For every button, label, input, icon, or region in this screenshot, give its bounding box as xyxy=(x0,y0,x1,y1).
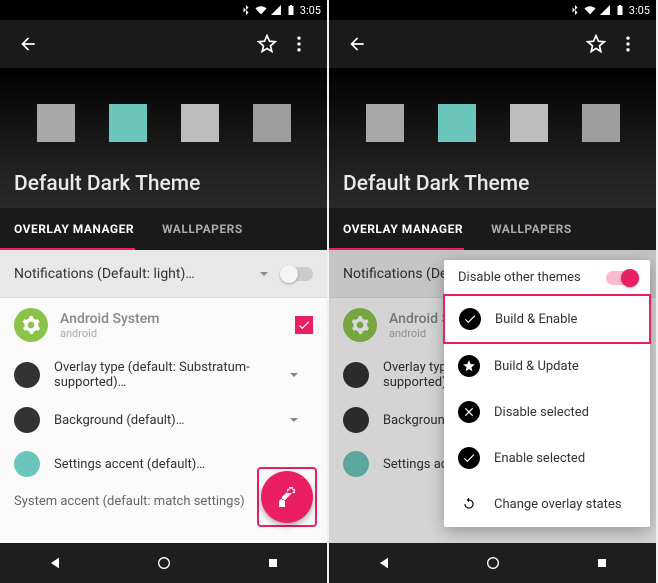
menu-item-label: Build & Update xyxy=(494,359,579,374)
chevron-down-icon xyxy=(289,415,299,425)
nav-recent-icon[interactable] xyxy=(594,555,610,571)
option-color-icon xyxy=(14,451,40,477)
fab-menu: Disable other themes Build & Enable Buil… xyxy=(444,260,650,527)
menu-change-overlay-states[interactable]: Change overlay states xyxy=(444,481,650,527)
notifications-row[interactable]: Notifications (Default: light)… xyxy=(0,250,327,298)
app-title: Android System xyxy=(60,311,283,327)
android-navbar xyxy=(329,543,656,583)
fab-apply[interactable] xyxy=(261,471,313,523)
menu-disable-selected[interactable]: Disable selected xyxy=(444,389,650,435)
menu-item-label: Build & Enable xyxy=(495,312,577,327)
swatch xyxy=(438,104,476,142)
swatch xyxy=(253,104,291,142)
back-button[interactable] xyxy=(341,28,373,60)
chevron-down-icon xyxy=(259,269,269,279)
menu-item-label: Disable selected xyxy=(494,405,589,420)
check-circle-icon xyxy=(459,308,481,330)
swatch xyxy=(582,104,620,142)
option-label: Overlay type (default: Substratum-suppor… xyxy=(54,360,261,390)
disable-themes-toggle[interactable] xyxy=(606,271,636,285)
option-color-icon xyxy=(14,407,40,433)
bluetooth-icon xyxy=(240,4,252,16)
battery-icon xyxy=(285,4,297,16)
theme-swatches xyxy=(343,104,642,142)
screen-left: 3:05 Default Dark Theme OVERLAY MANAGER … xyxy=(0,0,327,583)
signal-icon xyxy=(599,4,611,16)
clock: 3:05 xyxy=(629,4,650,17)
clock: 3:05 xyxy=(300,4,321,17)
check-circle-icon xyxy=(458,447,480,469)
android-system-icon xyxy=(14,308,48,342)
refresh-icon xyxy=(458,493,480,515)
theme-title: Default Dark Theme xyxy=(343,172,642,196)
tab-bar: OVERLAY MANAGER WALLPAPERS xyxy=(329,208,656,250)
bluetooth-icon xyxy=(569,4,581,16)
tab-wallpapers[interactable]: WALLPAPERS xyxy=(477,208,586,250)
nav-back-icon[interactable] xyxy=(47,555,63,571)
nav-home-icon[interactable] xyxy=(485,555,501,571)
app-row[interactable]: Android System android xyxy=(0,298,327,352)
option-overlay-type[interactable]: Overlay type (default: Substratum-suppor… xyxy=(0,352,327,398)
nav-home-icon[interactable] xyxy=(156,555,172,571)
tab-wallpapers[interactable]: WALLPAPERS xyxy=(148,208,257,250)
menu-item-label: Change overlay states xyxy=(494,497,622,512)
tab-bar: OVERLAY MANAGER WALLPAPERS xyxy=(0,208,327,250)
overflow-button[interactable] xyxy=(283,28,315,60)
battery-icon xyxy=(614,4,626,16)
wifi-icon xyxy=(255,4,267,16)
nav-back-icon[interactable] xyxy=(376,555,392,571)
menu-build-enable[interactable]: Build & Enable xyxy=(443,294,651,344)
swatch xyxy=(510,104,548,142)
screen-right: 3:05 Default Dark Theme OVERLAY MANAGER … xyxy=(329,0,656,583)
option-background[interactable]: Background (default)… xyxy=(0,398,327,442)
wifi-icon xyxy=(584,4,596,16)
menu-build-update[interactable]: Build & Update xyxy=(444,343,650,389)
menu-header-label: Disable other themes xyxy=(458,270,581,285)
android-navbar xyxy=(0,543,327,583)
app-subtitle: android xyxy=(60,327,283,340)
overflow-button[interactable] xyxy=(612,28,644,60)
menu-disable-other-themes[interactable]: Disable other themes xyxy=(444,260,650,295)
swatch xyxy=(366,104,404,142)
statusbar: 3:05 xyxy=(0,0,327,20)
x-circle-icon xyxy=(458,401,480,423)
option-color-icon xyxy=(14,362,40,388)
notifications-label: Notifications (Default: light)… xyxy=(14,266,245,282)
content-area: Notifications (Default: light)… Android … xyxy=(0,250,327,543)
statusbar: 3:05 xyxy=(329,0,656,20)
menu-enable-selected[interactable]: Enable selected xyxy=(444,435,650,481)
app-header: Default Dark Theme OVERLAY MANAGER WALLP… xyxy=(329,20,656,250)
option-label: Background (default)… xyxy=(54,413,261,428)
app-checkbox[interactable] xyxy=(295,316,313,334)
menu-item-label: Enable selected xyxy=(494,451,585,466)
favorite-button[interactable] xyxy=(580,28,612,60)
swatch xyxy=(109,104,147,142)
swatch xyxy=(37,104,75,142)
favorite-button[interactable] xyxy=(251,28,283,60)
theme-title: Default Dark Theme xyxy=(14,172,313,196)
signal-icon xyxy=(270,4,282,16)
back-button[interactable] xyxy=(12,28,44,60)
swatch xyxy=(181,104,219,142)
chevron-down-icon xyxy=(289,370,299,380)
nav-recent-icon[interactable] xyxy=(265,555,281,571)
tab-overlay-manager[interactable]: OVERLAY MANAGER xyxy=(0,208,148,250)
star-circle-icon xyxy=(458,355,480,377)
tab-overlay-manager[interactable]: OVERLAY MANAGER xyxy=(329,208,477,250)
notifications-toggle[interactable] xyxy=(283,267,313,281)
theme-swatches xyxy=(14,104,313,142)
app-header: Default Dark Theme OVERLAY MANAGER WALLP… xyxy=(0,20,327,250)
